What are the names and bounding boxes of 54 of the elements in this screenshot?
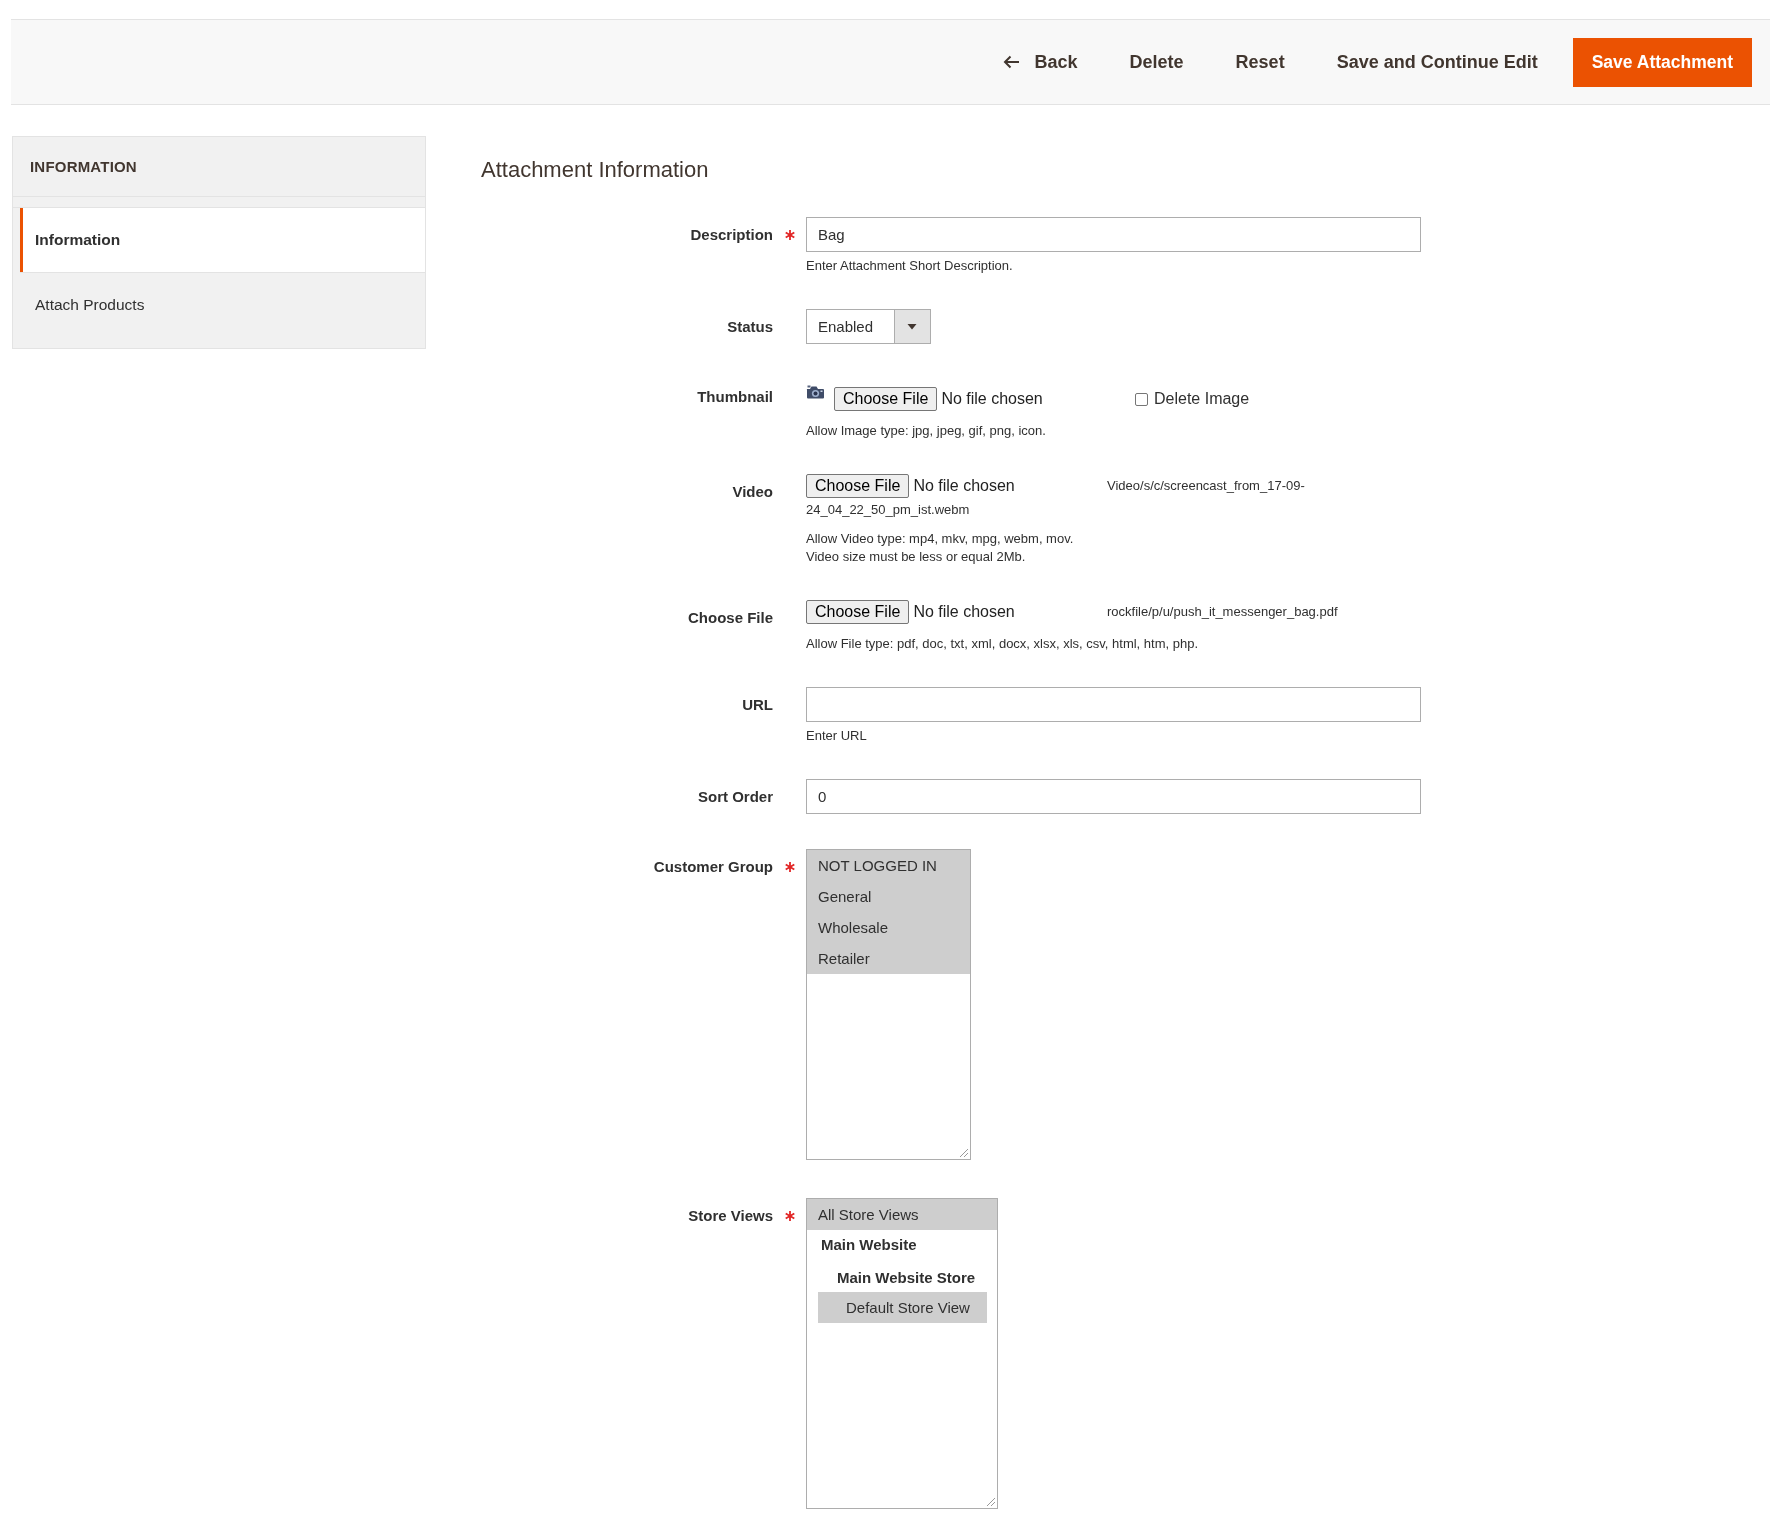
multiselect-list[interactable]: NOT LOGGED IN General Wholesale Retailer xyxy=(806,849,971,1160)
field-label: Customer Group xyxy=(653,857,773,876)
field-label: Sort Order xyxy=(698,787,773,806)
select-field[interactable]: Enabled xyxy=(806,309,931,344)
field-label: Video xyxy=(732,482,773,501)
field-label: URL xyxy=(742,695,773,714)
field-label: Store Views xyxy=(688,1206,773,1225)
field-label: Thumbnail xyxy=(697,387,773,406)
choose-file-button[interactable]: Choose File xyxy=(806,600,910,624)
caret-icon xyxy=(894,310,930,343)
file-status-text: No file chosen xyxy=(913,603,1015,621)
file-status-text: No file chosen xyxy=(941,390,1043,408)
field-note: Allow Video type: mp4, mkv, mpg, webm, mov. xyxy=(806,531,1074,547)
file-status-text: No file chosen xyxy=(913,477,1015,495)
field-note: Enter Attachment Short Description. xyxy=(806,258,1013,274)
text-field[interactable]: 0 xyxy=(806,779,1421,814)
file-path-text: Video/s/c/screencast_from_17-09- xyxy=(1107,478,1305,494)
list-option[interactable]: Retailer xyxy=(807,943,970,974)
field-note: Allow Image type: jpg, jpeg, gif, png, icon. xyxy=(806,423,1046,439)
option-group-label: Main Website Store xyxy=(836,1268,977,1288)
field-label: Status xyxy=(727,317,773,336)
text-field[interactable]: Bag xyxy=(806,217,1421,252)
checkbox-label: Delete Image xyxy=(1154,390,1250,408)
choose-file-button[interactable]: Choose File xyxy=(834,387,938,411)
sidebar-tab[interactable]: Information xyxy=(20,208,425,272)
action-button[interactable]: Save and Continue Edit xyxy=(1319,37,1555,87)
checkbox[interactable] xyxy=(1135,392,1148,406)
text-field[interactable] xyxy=(806,687,1421,722)
camera-icon xyxy=(806,385,825,399)
file-path-text: 24_04_22_50_pm_ist.webm xyxy=(806,502,970,518)
list-option[interactable]: Default Store View xyxy=(818,1292,988,1323)
sidebar-title: INFORMATION xyxy=(30,158,137,175)
field-note: Enter URL xyxy=(806,728,867,744)
file-path-text: rockfile/p/u/push_it_messenger_bag.pdf xyxy=(1107,604,1338,620)
arrow-left-icon xyxy=(1002,55,1019,69)
option-group-label: Main Website xyxy=(820,1235,918,1255)
list-option[interactable]: All Store Views xyxy=(807,1199,998,1230)
action-button[interactable]: Delete xyxy=(1112,37,1201,87)
field-label: Choose File xyxy=(688,608,773,627)
field-label: Description xyxy=(690,225,773,244)
back-button[interactable]: Back xyxy=(985,37,1095,87)
list-option[interactable]: General xyxy=(807,881,970,912)
list-option[interactable]: NOT LOGGED IN xyxy=(807,850,970,881)
primary-button[interactable]: Save Attachment xyxy=(1572,37,1752,87)
resize-grip-icon xyxy=(986,1497,996,1506)
field-note: Allow File type: pdf, doc, txt, xml, docx, xlsx, xls, csv, html, htm, php. xyxy=(806,636,1199,652)
section-title: Attachment Information xyxy=(481,156,709,184)
list-option[interactable]: Wholesale xyxy=(807,912,970,943)
resize-grip-icon xyxy=(959,1148,968,1157)
multiselect-list[interactable]: All Store Views Main Website Main Website Store Default Store View xyxy=(806,1198,999,1509)
field-note: Video size must be less or equal 2Mb. xyxy=(806,549,1026,565)
sidebar-tab[interactable]: Attach Products xyxy=(20,272,425,336)
action-button[interactable]: Reset xyxy=(1218,37,1302,87)
choose-file-button[interactable]: Choose File xyxy=(806,474,910,498)
